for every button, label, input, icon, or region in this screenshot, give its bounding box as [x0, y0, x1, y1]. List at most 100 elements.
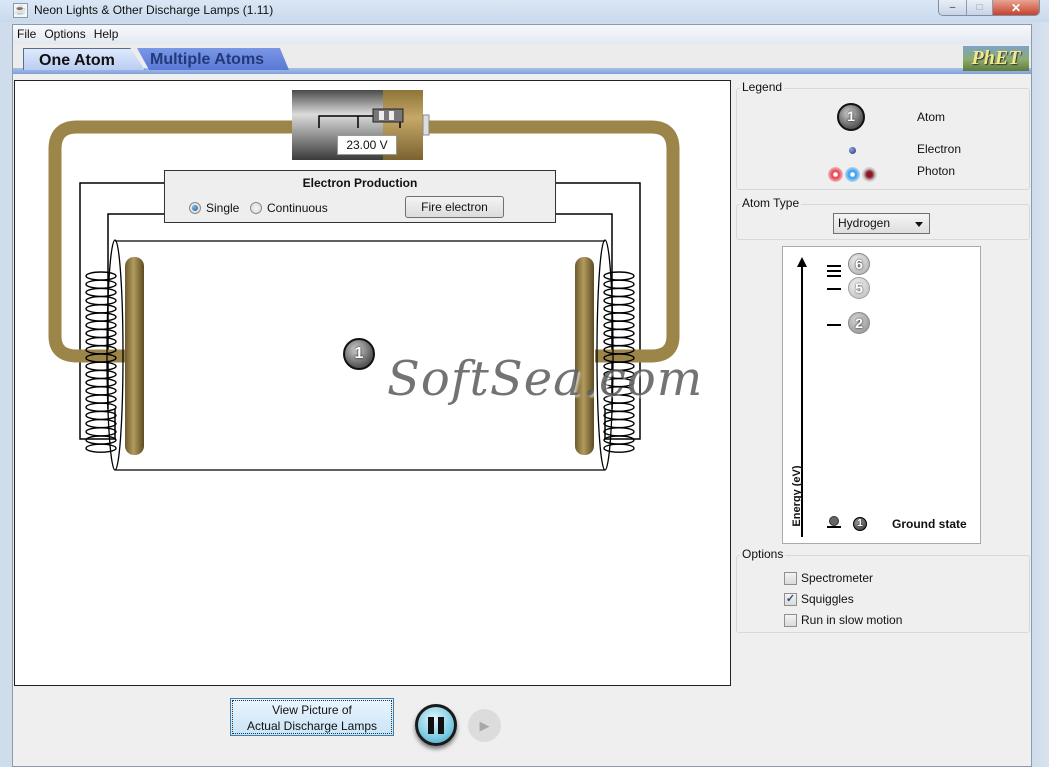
coil-loop — [603, 271, 635, 281]
atom-icon: 1 — [343, 338, 375, 370]
menu-help[interactable]: Help — [90, 25, 123, 44]
coil-loop — [603, 295, 635, 306]
tab-strip: Multiple Atoms One Atom PhET — [13, 44, 1031, 74]
coil-loop — [603, 304, 635, 314]
coil-loop — [85, 369, 117, 380]
close-button[interactable]: ✕ — [993, 0, 1039, 15]
coil-loop — [85, 377, 117, 388]
energy-level-5: 5 — [848, 277, 870, 299]
energy-level-diagram: 5 6 2 1 Energy (eV) Ground state — [782, 246, 981, 544]
maximize-button[interactable]: □ — [967, 0, 993, 15]
window-title: Neon Lights & Other Discharge Lamps (1.1… — [34, 3, 274, 17]
coil-loop — [85, 312, 117, 322]
radio-dot-selected[interactable] — [189, 202, 201, 214]
options-title: Options — [740, 547, 786, 561]
app-frame: File Options Help Multiple Atoms One Ato… — [12, 24, 1032, 767]
coil-loop — [603, 410, 635, 421]
coil-loop — [85, 336, 117, 347]
watermark: SoftSea.com — [387, 351, 704, 407]
coil-loop — [85, 287, 117, 298]
window-controls: – □ ✕ — [938, 0, 1040, 16]
coil-loop — [85, 443, 117, 453]
squiggles-label: Squiggles — [801, 592, 854, 606]
atom-type-group: Atom Type Hydrogen — [736, 196, 1030, 240]
coil-loop — [85, 361, 117, 371]
voltage-readout: 23.00 V — [337, 135, 397, 155]
coil-loop — [603, 279, 635, 289]
coil-loop — [603, 336, 635, 347]
electrode-left — [125, 257, 144, 455]
view-button-line1: View Picture of — [272, 703, 352, 717]
coil-loop — [85, 271, 117, 281]
squiggles-checkbox[interactable]: ✓ Squiggles — [784, 592, 854, 606]
coil-loop — [85, 279, 117, 289]
spectrometer-checkbox[interactable]: Spectrometer — [784, 571, 873, 585]
legend-group: Legend 1 Atom Electron ✶ Photon — [736, 80, 1030, 190]
coil-loop — [85, 295, 117, 306]
legend-electron-label: Electron — [917, 142, 962, 156]
phet-logo[interactable]: PhET — [963, 46, 1029, 71]
coil-loop — [85, 418, 117, 429]
coil-loop — [603, 435, 635, 445]
checkbox-box[interactable] — [784, 613, 797, 627]
coil-loop — [603, 312, 635, 322]
fire-electron-button[interactable]: Fire electron — [405, 196, 504, 218]
slow-motion-checkbox[interactable]: Run in slow motion — [784, 613, 902, 627]
minimize-button[interactable]: – — [939, 0, 967, 15]
coil-loop — [603, 287, 635, 298]
view-picture-button[interactable]: View Picture of Actual Discharge Lamps — [230, 698, 394, 736]
electron-production-panel: Electron Production Single Continuous Fi… — [164, 170, 556, 223]
coil-loop — [603, 328, 635, 339]
chevron-down-icon — [915, 222, 923, 227]
coil-loop — [85, 386, 117, 396]
coil-loop — [603, 427, 635, 437]
coil-loop — [85, 320, 117, 330]
coil-loop — [85, 402, 117, 412]
coil-loop — [85, 304, 117, 314]
coil-loop — [85, 435, 117, 445]
coil-loop — [85, 410, 117, 421]
view-button-line2: Actual Discharge Lamps — [246, 719, 378, 733]
electron-icon — [849, 147, 856, 154]
tab-multiple-atoms[interactable]: Multiple Atoms — [137, 48, 289, 70]
energy-axis-label: Energy (eV) — [791, 465, 803, 527]
simulation-canvas[interactable]: 23.00 V Electron Production Single Conti… — [14, 80, 731, 686]
ground-level-atom: 1 — [853, 517, 867, 531]
menu-options[interactable]: Options — [40, 25, 89, 44]
step-button[interactable]: ▶ — [468, 709, 501, 742]
radio-dot[interactable] — [250, 202, 262, 214]
menu-bar: File Options Help — [13, 25, 1031, 44]
voltage-slider-knob[interactable] — [372, 108, 404, 123]
atom-type-value: Hydrogen — [838, 216, 891, 230]
coil-loop — [603, 418, 635, 429]
energy-level-6: 6 — [848, 253, 870, 275]
coil-loop — [85, 427, 117, 437]
title-bar: ☕ Neon Lights & Other Discharge Lamps (1… — [0, 0, 1049, 22]
coil-loop — [603, 443, 635, 453]
tab-one-atom[interactable]: One Atom — [23, 48, 145, 70]
legend-photon-label: Photon — [917, 164, 956, 178]
radio-continuous-label: Continuous — [267, 201, 328, 215]
slow-motion-label: Run in slow motion — [801, 613, 903, 627]
coil-loop — [85, 328, 117, 339]
coil-loop — [85, 394, 117, 404]
window-border — [1033, 22, 1049, 767]
legend-title: Legend — [740, 80, 785, 94]
legend-atom-label: Atom — [917, 110, 946, 124]
electron-production-title: Electron Production — [302, 176, 418, 190]
atom-type-select[interactable]: Hydrogen — [833, 213, 930, 234]
energy-axis-drawing — [797, 257, 841, 537]
checkbox-box[interactable] — [784, 571, 797, 585]
atom-icon: 1 — [837, 103, 865, 131]
options-group: Options Spectrometer ✓ Squiggles Run in … — [736, 547, 1030, 633]
coil-loop — [603, 320, 635, 330]
spectrometer-label: Spectrometer — [801, 571, 874, 585]
checkbox-box-checked[interactable]: ✓ — [784, 592, 797, 606]
energy-level-2: 2 — [848, 312, 870, 334]
radio-continuous[interactable]: Continuous — [250, 201, 328, 215]
radio-single[interactable]: Single — [189, 201, 239, 215]
radio-single-label: Single — [206, 201, 240, 215]
java-icon: ☕ — [13, 3, 28, 18]
pause-button[interactable] — [415, 704, 457, 746]
menu-file[interactable]: File — [13, 25, 40, 44]
